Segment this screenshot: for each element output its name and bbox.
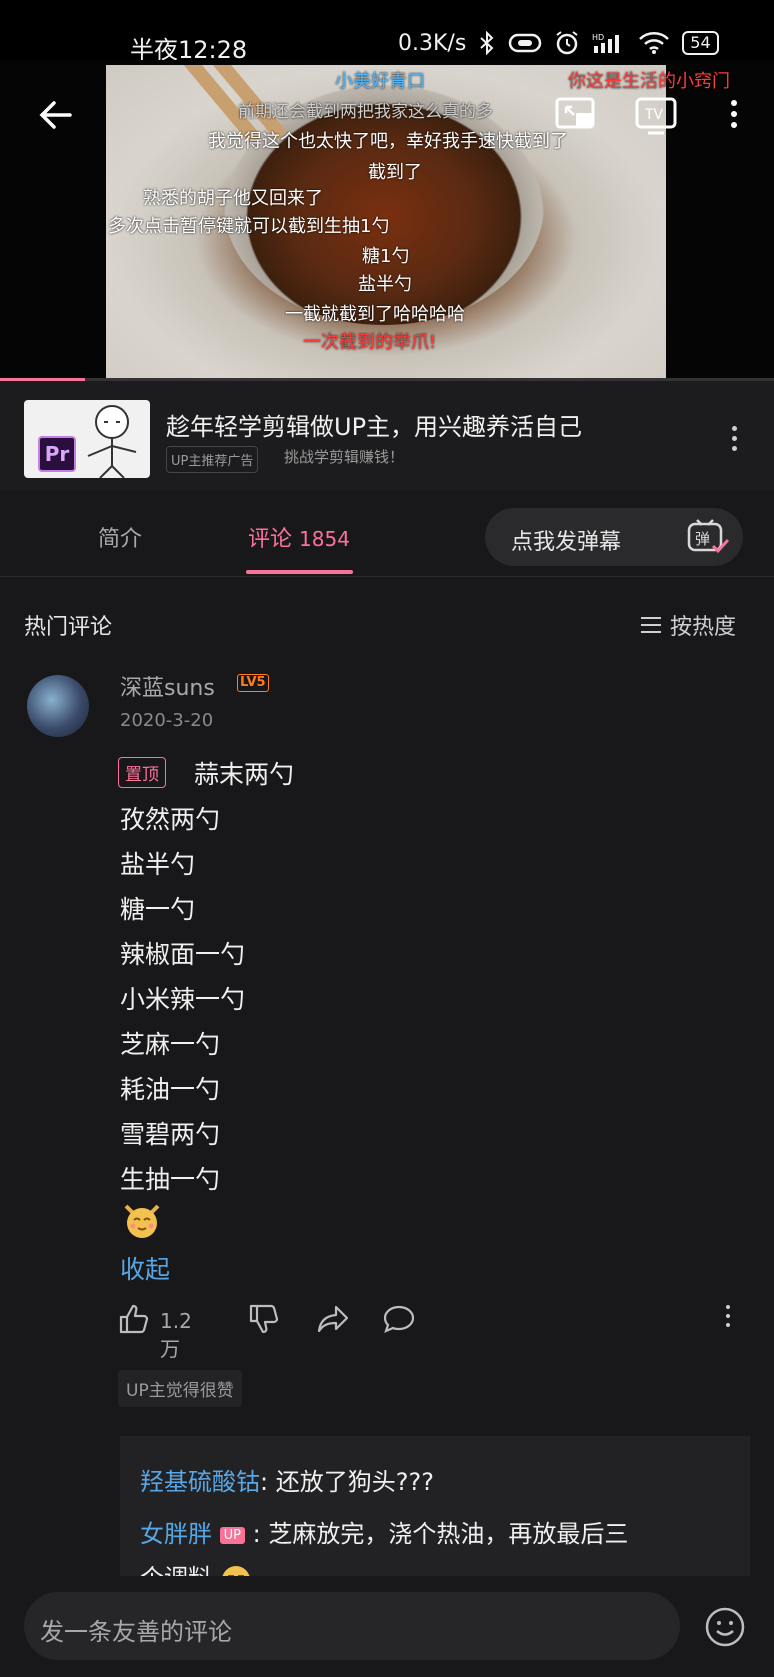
up-badge: UP: [219, 1526, 245, 1544]
reply-text: : 还放了狗头???: [260, 1468, 434, 1496]
ad-more-icon[interactable]: [730, 426, 738, 456]
tab-bar: 简介 评论 1854 点我发弹幕 弹: [0, 491, 774, 576]
danmaku-placeholder: 点我发弹幕: [511, 530, 622, 555]
hot-comments-title: 热门评论: [24, 615, 113, 640]
comment-line: 盐半勺: [120, 850, 196, 879]
hd-signal-icon: HD: [592, 33, 620, 53]
video-player[interactable]: 小美好青口 你这是生活的小窍门 前期还会截到两把我家这么真的多 我觉得这个也太快…: [0, 60, 774, 380]
ad-title[interactable]: 趁年轻学剪辑做UP主，用兴趣养活自己: [166, 407, 582, 442]
danmaku-icon-text: 弹: [695, 530, 710, 548]
comment-line: 孜然两勺: [120, 805, 221, 834]
svg-text:HD: HD: [592, 33, 604, 42]
danmaku-item: 前期还会截到两把我家这么真的多: [238, 102, 493, 122]
reply-item[interactable]: 羟基硫酸钴: 还放了狗头???: [140, 1462, 434, 1497]
comment-input-placeholder: 发一条友善的评论: [40, 1618, 232, 1646]
back-arrow-icon[interactable]: [36, 95, 76, 135]
like-count: 1.2万: [160, 1309, 192, 1361]
premiere-logo: Pr: [38, 436, 76, 472]
emoji-icon[interactable]: [704, 1606, 746, 1648]
reply-text: : 芝麻放完，浇个热油，再放最后三: [245, 1520, 629, 1548]
comment-line: 耗油一勺: [120, 1075, 221, 1104]
reply-preview[interactable]: 羟基硫酸钴: 还放了狗头??? 女胖胖 UP : 芝麻放完，浇个热油，再放最后三…: [120, 1436, 750, 1576]
bluetooth-icon: [480, 31, 494, 55]
more-options-icon[interactable]: [730, 100, 738, 130]
picture-in-picture-icon[interactable]: [554, 95, 598, 135]
laugh-emoji-icon: [222, 1566, 250, 1576]
share-icon[interactable]: [316, 1303, 350, 1335]
tab-intro[interactable]: 简介: [98, 521, 142, 553]
status-icons: 0.3K/s HD 54: [398, 30, 719, 56]
danmaku-toggle-icon[interactable]: 弹: [685, 518, 731, 558]
comment-line: 辣椒面一勺: [120, 940, 246, 969]
alarm-icon: [556, 31, 578, 55]
danmaku-item: 糖1勺: [362, 246, 410, 267]
danmaku-item: 截到了: [368, 162, 422, 183]
danmaku-item: 小美好青口: [335, 71, 425, 92]
reply-item[interactable]: 女胖胖 UP : 芝麻放完，浇个热油，再放最后三: [140, 1514, 628, 1549]
avatar[interactable]: [27, 675, 89, 737]
up-liked-badge: UP主觉得很赞: [118, 1370, 242, 1407]
pinned-badge: 置顶: [118, 757, 166, 788]
cartoon-figure-image: [87, 405, 137, 478]
svg-text:TV: TV: [644, 107, 664, 123]
comment-line: 雪碧两勺: [120, 1120, 221, 1149]
like-icon[interactable]: [118, 1303, 150, 1335]
sort-label: 按热度: [670, 615, 737, 640]
tab-comments[interactable]: 评论 1854: [248, 521, 350, 553]
ad-tag: UP主推荐广告: [166, 446, 259, 473]
comment-username[interactable]: 深蓝suns: [120, 670, 215, 702]
reply-username[interactable]: 羟基硫酸钴: [140, 1468, 260, 1496]
level-badge: LV5: [237, 674, 269, 692]
comment-more-icon[interactable]: [724, 1305, 732, 1335]
wifi-icon: [639, 32, 670, 54]
danmaku-item: 熟悉的胡子他又回来了: [143, 188, 323, 209]
reply-username[interactable]: 女胖胖: [140, 1520, 212, 1548]
divider: [0, 576, 774, 577]
reply-text: 个调料: [140, 1564, 212, 1576]
comment-line: 小米辣一勺: [120, 985, 246, 1014]
reply-icon[interactable]: [382, 1303, 416, 1335]
danmaku-item: 多次点击暂停键就可以截到生抽1勺: [108, 216, 390, 237]
comment-count: 1854: [299, 527, 350, 551]
danmaku-item: 一次截到的举爪!: [303, 332, 437, 353]
sort-button[interactable]: 按热度: [640, 609, 736, 641]
ad-subtitle: 挑战学剪辑赚钱！: [284, 448, 405, 466]
ad-banner[interactable]: Pr 趁年轻学剪辑做UP主，用兴趣养活自己 UP主推荐广告 挑战学剪辑赚钱！: [0, 381, 774, 491]
tab-comments-label: 评论: [248, 527, 293, 552]
comment-line: 芝麻一勺: [120, 1030, 221, 1059]
ad-thumbnail[interactable]: Pr: [24, 400, 150, 478]
send-danmaku-button[interactable]: 点我发弹幕 弹: [485, 508, 743, 566]
comment-line: 蒜末两勺: [194, 760, 295, 789]
active-tab-indicator: [246, 570, 353, 574]
comment-date: 2020-3-20: [120, 710, 214, 731]
sort-list-icon: [641, 617, 661, 633]
comment-line: 生抽一勺: [120, 1165, 221, 1194]
collapse-link[interactable]: 收起: [120, 1250, 170, 1286]
network-speed: 0.3K/s: [398, 30, 467, 56]
reply-item: 个调料: [140, 1558, 252, 1576]
danmaku-item: 一截就截到了哈哈哈哈: [285, 304, 465, 325]
battery-icon: 54: [682, 31, 719, 55]
link-icon: [509, 33, 542, 53]
comment-line: 糖一勺: [120, 895, 196, 924]
cast-tv-icon[interactable]: TV: [634, 95, 678, 135]
dislike-icon[interactable]: [248, 1303, 280, 1335]
danmaku-item: 盐半勺: [358, 274, 412, 295]
danmaku-item: 你这是生活的小窍门: [568, 71, 730, 92]
comment-input[interactable]: 发一条友善的评论: [24, 1592, 680, 1660]
comment-input-bar: 发一条友善的评论: [0, 1576, 774, 1677]
cat-emoji-icon: [124, 1204, 160, 1238]
danmaku-item: 我觉得这个也太快了吧，幸好我手速快截到了: [208, 131, 568, 152]
